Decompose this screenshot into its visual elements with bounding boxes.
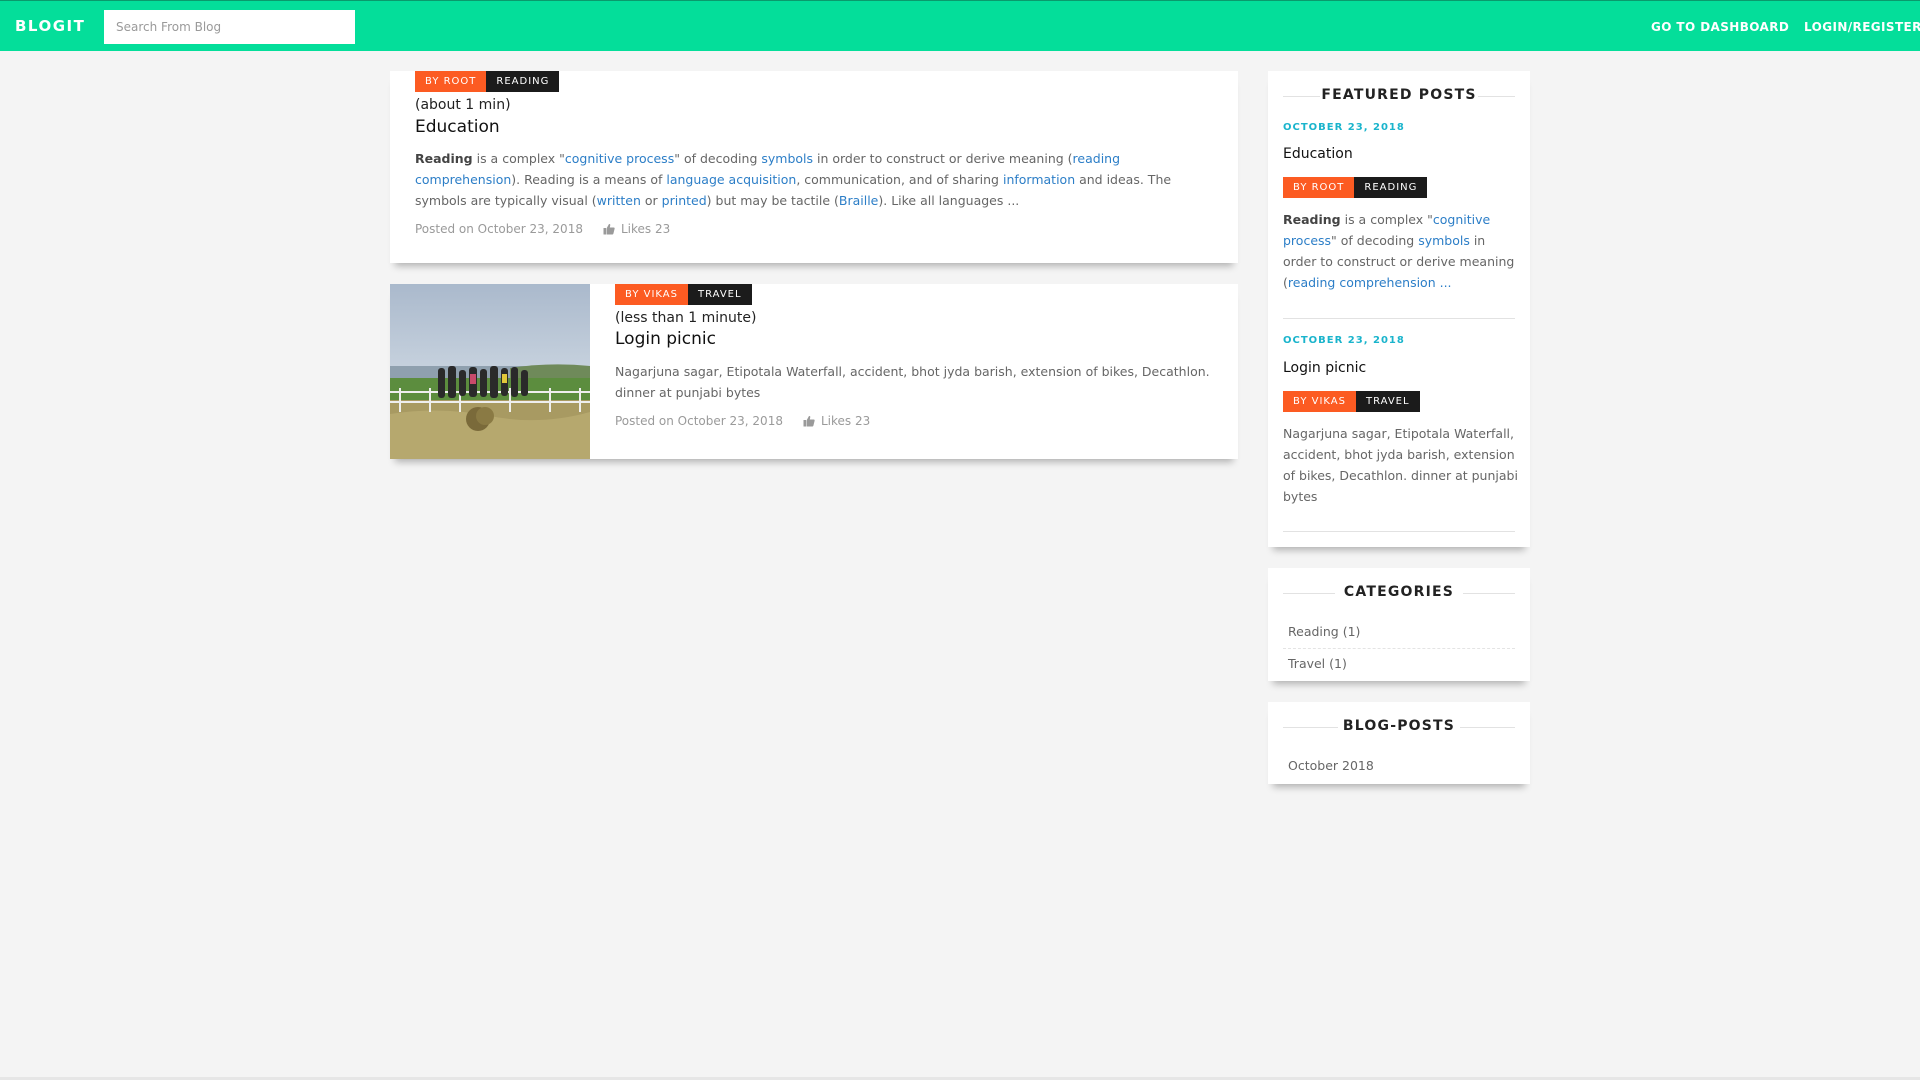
- excerpt-link[interactable]: symbols: [1418, 233, 1470, 248]
- posted-date: Posted on October 23, 2018: [415, 222, 583, 236]
- featured-date: OCTOBER 23, 2018: [1283, 122, 1405, 133]
- thumbs-up-icon[interactable]: [803, 415, 815, 427]
- author-tag[interactable]: BY VIKAS: [1283, 391, 1356, 412]
- widget-title: FEATURED POSTS: [1283, 87, 1515, 103]
- featured-title[interactable]: Login picnic: [1283, 360, 1366, 376]
- excerpt-link[interactable]: cognitive process: [565, 151, 674, 166]
- archive-item-october-2018[interactable]: October 2018: [1288, 758, 1515, 773]
- login-register-link[interactable]: LOGIN/REGISTER: [1804, 20, 1920, 34]
- list-divider: [1283, 648, 1515, 649]
- author-tag[interactable]: BY ROOT: [415, 71, 487, 92]
- post-tags: BY ROOT READING: [415, 71, 560, 92]
- featured-posts-widget: FEATURED POSTS OCTOBER 23, 2018 Educatio…: [1268, 71, 1530, 547]
- post-card: BY ROOT READING (about 1 min) Education …: [390, 71, 1238, 263]
- excerpt-link[interactable]: Braille: [839, 193, 878, 208]
- post-title[interactable]: Education: [415, 117, 500, 137]
- author-tag[interactable]: BY VIKAS: [615, 284, 688, 305]
- category-tag[interactable]: READING: [1354, 177, 1428, 198]
- featured-divider: [1283, 531, 1515, 532]
- excerpt-link[interactable]: information: [1003, 172, 1075, 187]
- featured-excerpt: Nagarjuna sagar, Etipotala Waterfall, ac…: [1283, 426, 1518, 504]
- post-meta: Posted on October 23, 2018 Likes 23: [415, 222, 670, 236]
- likes-count: Likes 23: [620, 222, 671, 236]
- featured-tags: BY VIKAS TRAVEL: [1283, 391, 1420, 412]
- featured-excerpt: Reading is a complex "cognitive process"…: [1283, 212, 1515, 290]
- widget-title: BLOG-POSTS: [1283, 718, 1515, 734]
- featured-divider: [1283, 318, 1515, 319]
- brand-logo[interactable]: BLOGIT: [15, 17, 85, 35]
- post-image[interactable]: [390, 284, 590, 459]
- author-tag[interactable]: BY ROOT: [1283, 177, 1355, 198]
- navbar: BLOGIT GO TO DASHBOARD LOGIN/REGISTER: [0, 0, 1920, 51]
- category-item-travel[interactable]: Travel (1): [1288, 656, 1515, 671]
- title-divider: [1283, 593, 1335, 594]
- thumbs-up-icon[interactable]: [603, 223, 615, 235]
- excerpt-link[interactable]: reading comprehension ...: [1288, 275, 1452, 290]
- post-meta: Posted on October 23, 2018 Likes 23: [615, 414, 870, 428]
- category-tag[interactable]: TRAVEL: [687, 284, 752, 305]
- excerpt-link[interactable]: written: [597, 193, 641, 208]
- featured-date: OCTOBER 23, 2018: [1283, 335, 1405, 346]
- featured-tags: BY ROOT READING: [1283, 177, 1428, 198]
- excerpt-link[interactable]: printed: [662, 193, 707, 208]
- excerpt-link[interactable]: symbols: [761, 151, 813, 166]
- title-divider: [1463, 593, 1515, 594]
- categories-widget: CATEGORIES Reading (1) Travel (1): [1268, 568, 1530, 681]
- post-tags: BY VIKAS TRAVEL: [615, 284, 752, 305]
- read-time: (less than 1 minute): [615, 310, 757, 326]
- likes-count: Likes 23: [820, 414, 871, 428]
- category-tag[interactable]: READING: [486, 71, 560, 92]
- title-divider: [1283, 96, 1320, 97]
- posted-date: Posted on October 23, 2018: [615, 414, 783, 428]
- post-excerpt: Nagarjuna sagar, Etipotala Waterfall, ac…: [615, 364, 1210, 400]
- widget-title: CATEGORIES: [1283, 584, 1515, 600]
- blog-posts-widget: BLOG-POSTS October 2018: [1268, 702, 1530, 784]
- read-time: (about 1 min): [415, 97, 511, 113]
- title-divider: [1460, 727, 1515, 728]
- post-excerpt: Reading is a complex "cognitive process"…: [415, 151, 1172, 208]
- title-divider: [1478, 96, 1515, 97]
- excerpt-link[interactable]: language acquisition: [666, 172, 796, 187]
- category-tag[interactable]: TRAVEL: [1355, 391, 1420, 412]
- title-divider: [1283, 727, 1338, 728]
- post-title[interactable]: Login picnic: [615, 329, 716, 349]
- search-input[interactable]: [104, 10, 355, 44]
- dashboard-link[interactable]: GO TO DASHBOARD: [1651, 20, 1789, 34]
- post-card: BY VIKAS TRAVEL (less than 1 minute) Log…: [390, 284, 1238, 459]
- category-item-reading[interactable]: Reading (1): [1288, 624, 1515, 639]
- featured-title[interactable]: Education: [1283, 146, 1353, 162]
